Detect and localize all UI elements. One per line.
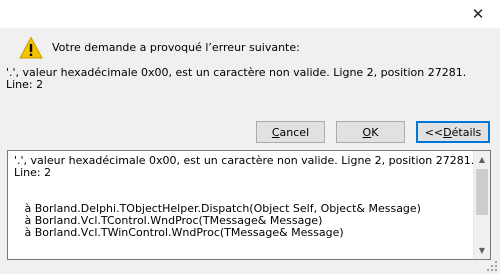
ok-button[interactable]: OK bbox=[336, 121, 405, 143]
details-prefix: << bbox=[424, 125, 444, 139]
scroll-up-button[interactable]: ▲ bbox=[474, 151, 490, 168]
scrollbar-thumb[interactable] bbox=[476, 169, 488, 215]
details-textbox[interactable]: '.', valeur hexadécimale 0x00, est un ca… bbox=[7, 150, 491, 260]
cancel-button[interactable]: Cancel bbox=[256, 121, 325, 143]
title-bar: ✕ bbox=[0, 0, 500, 28]
details-text: '.', valeur hexadécimale 0x00, est un ca… bbox=[14, 154, 475, 239]
close-button[interactable]: ✕ bbox=[456, 0, 500, 28]
cancel-label: ancel bbox=[279, 125, 310, 139]
details-mnemonic: D bbox=[443, 125, 452, 139]
chevron-up-icon: ▲ bbox=[478, 155, 486, 164]
close-icon: ✕ bbox=[471, 5, 485, 23]
dialog-header-text: Votre demande a provoqué l’erreur suivan… bbox=[52, 41, 300, 54]
details-button[interactable]: << Détails bbox=[416, 121, 490, 143]
resize-grip-icon[interactable] bbox=[486, 260, 498, 272]
details-label: étails bbox=[451, 125, 482, 139]
warning-icon bbox=[19, 36, 43, 59]
vertical-scrollbar[interactable]: ▲ ▼ bbox=[473, 151, 490, 259]
error-message: '.', valeur hexadécimale 0x00, est un ca… bbox=[6, 66, 467, 91]
error-dialog: ✕ Votre demande a provoqué l’erreur suiv… bbox=[0, 0, 500, 274]
cancel-mnemonic: C bbox=[271, 125, 280, 139]
scroll-down-button[interactable]: ▼ bbox=[474, 242, 490, 259]
ok-mnemonic: O bbox=[362, 125, 372, 139]
ok-label: K bbox=[371, 125, 379, 139]
chevron-down-icon: ▼ bbox=[478, 246, 486, 255]
